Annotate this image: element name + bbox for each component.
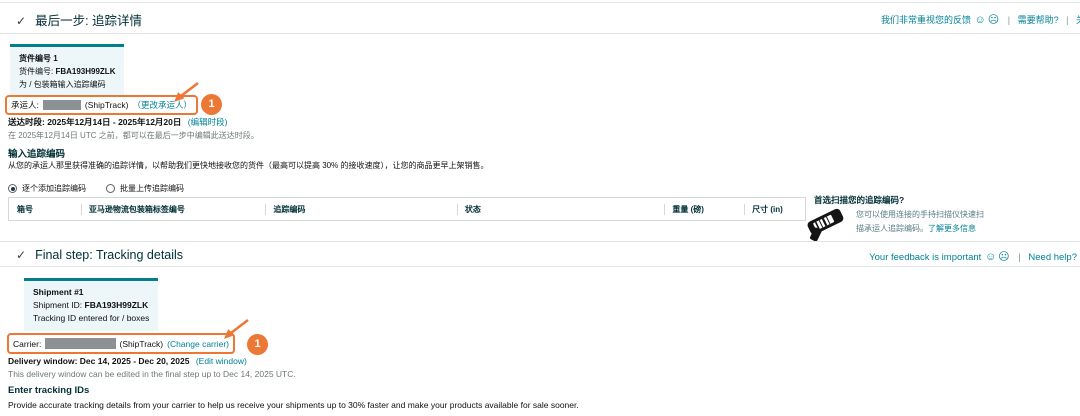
cn-enter-tracking-desc: 从您的承运人那里获得准确的追踪详情，以帮助我们更快地接收您的货件（最高可以提高 … bbox=[8, 160, 488, 171]
cn-help-link[interactable]: 需要帮助? bbox=[1018, 15, 1059, 25]
cn-shipment-name: 货件编号 1 bbox=[19, 52, 115, 65]
cn-enter-tracking-heading: 输入追踪编码 bbox=[8, 146, 65, 160]
en-feedback-label: Your feedback is important bbox=[869, 252, 981, 263]
column-divider bbox=[744, 204, 745, 215]
en-carrier-service: (ShipTrack) bbox=[120, 339, 164, 349]
redacted-carrier-name bbox=[43, 100, 81, 110]
en-carrier-row: Carrier: (ShipTrack) (Change carrier) bbox=[7, 333, 235, 354]
en-delivery-note: This delivery window can be edited in th… bbox=[8, 369, 296, 380]
cn-radio-group: 逐个添加追踪编码 批量上传追踪编码 bbox=[8, 183, 184, 194]
cn-carrier-service: (ShipTrack) bbox=[85, 100, 129, 110]
cn-feedback-label: 我们非常重视您的反馈 bbox=[881, 15, 971, 25]
redacted-carrier-name bbox=[45, 338, 115, 349]
cn-shipment-id-line: 货件编号: FBA193H99ZLK bbox=[19, 65, 115, 78]
annotation-arrow-icon bbox=[215, 317, 251, 341]
smile-icon[interactable]: ☺ bbox=[975, 14, 986, 26]
en-annotation-badge-1: 1 bbox=[247, 334, 268, 355]
cn-carrier-label: 承运人: bbox=[11, 99, 39, 111]
column-divider bbox=[457, 204, 458, 215]
cn-close-link[interactable]: 关闭 bbox=[1076, 15, 1080, 25]
radio-add-individually[interactable] bbox=[8, 184, 17, 193]
en-edit-window-link[interactable]: (Edit window) bbox=[196, 356, 247, 366]
en-header-divider bbox=[0, 266, 1080, 267]
divider: | bbox=[1066, 15, 1068, 25]
en-enter-tracking-desc: Provide accurate tracking details from y… bbox=[8, 400, 579, 411]
en-delivery-window: Delivery window: Dec 14, 2025 - Dec 20, … bbox=[8, 356, 189, 366]
frown-icon[interactable]: ☹ bbox=[988, 14, 999, 26]
en-panel-header: ✓ Final step: Tracking details bbox=[16, 248, 183, 262]
en-shipment-id-line: Shipment ID: FBA193H99ZLK bbox=[33, 299, 149, 312]
scan-promo-line1: 您可以使用连接的手持扫描仪快速扫 bbox=[856, 209, 984, 221]
column-divider bbox=[265, 204, 266, 215]
barcode-scanner-icon bbox=[803, 207, 851, 241]
cn-edit-window-link[interactable]: (编辑时段) bbox=[188, 117, 228, 127]
cn-tracking-table-header: 箱号 亚马逊物流包装箱标签编号 追踪编码 状态 重量 (磅) 尺寸 (in) bbox=[8, 197, 806, 221]
scan-promo-title: 首选扫描您的追踪编码? bbox=[814, 194, 904, 206]
scan-promo-line2: 描承运人追踪编码。了解更多信息 bbox=[856, 223, 976, 235]
smile-icon[interactable]: ☺ bbox=[985, 251, 996, 263]
en-panel-top-border bbox=[0, 241, 1080, 242]
learn-more-link[interactable]: 了解更多信息 bbox=[928, 224, 976, 233]
cn-header-divider bbox=[0, 33, 1080, 34]
radio-bulk-upload-label: 批量上传追踪编码 bbox=[120, 183, 184, 194]
shipment-id: FBA193H99ZLK bbox=[85, 300, 149, 310]
frown-icon[interactable]: ☹ bbox=[998, 251, 1009, 263]
cn-header-links: 我们非常重视您的反馈 ☺☹ | 需要帮助? | 关闭 bbox=[881, 13, 1080, 26]
column-divider bbox=[81, 204, 82, 215]
en-shipment-card: Shipment #1 Shipment ID: FBA193H99ZLK Tr… bbox=[24, 278, 158, 331]
en-tracking-entered-line: Tracking ID entered for / boxes bbox=[33, 312, 149, 325]
cn-panel-title: 最后一步: 追踪详情 bbox=[35, 14, 142, 28]
check-icon: ✓ bbox=[16, 14, 26, 28]
en-help-link[interactable]: Need help? bbox=[1028, 252, 1077, 263]
cn-panel-header: ✓ 最后一步: 追踪详情 bbox=[16, 10, 142, 29]
cn-shipment-card: 货件编号 1 货件编号: FBA193H99ZLK 为 / 包装箱输入追踪编码 bbox=[10, 44, 124, 97]
check-icon: ✓ bbox=[16, 248, 26, 262]
col-box-number: 箱号 bbox=[9, 198, 73, 220]
cn-delivery-note: 在 2025年12月14日 UTC 之前，都可以在最后一步中编辑此送达时段。 bbox=[8, 130, 259, 141]
col-fba-box-label: 亚马逊物流包装箱标签编号 bbox=[73, 198, 258, 220]
col-status: 状态 bbox=[449, 198, 656, 220]
radio-add-individually-label: 逐个添加追踪编码 bbox=[22, 183, 86, 194]
cn-annotation-badge-1: 1 bbox=[201, 94, 222, 115]
cn-tracking-entered-line: 为 / 包装箱输入追踪编码 bbox=[19, 78, 115, 91]
en-panel-title: Final step: Tracking details bbox=[35, 248, 183, 262]
annotation-arrow-icon bbox=[165, 80, 201, 104]
en-header-links: Your feedback is important ☺☹ | Need hel… bbox=[869, 250, 1077, 263]
en-enter-tracking-heading: Enter tracking IDs bbox=[8, 385, 89, 396]
radio-bulk-upload[interactable] bbox=[106, 184, 115, 193]
en-carrier-label: Carrier: bbox=[13, 339, 41, 349]
seller-central-tracking-page: ✓最后一步: 追踪详情 我们非常重视您的反馈 ☺☹ | 需要帮助? | 关闭 货… bbox=[0, 0, 1080, 416]
col-weight: 重量 (磅) bbox=[656, 198, 736, 220]
en-shipment-name: Shipment #1 bbox=[33, 286, 149, 299]
column-divider bbox=[664, 204, 665, 215]
divider: | bbox=[1018, 252, 1020, 263]
col-dimensions: 尺寸 (in) bbox=[736, 198, 805, 220]
cn-delivery-window-row: 送达时段: 2025年12月14日 - 2025年12月20日 (编辑时段) bbox=[8, 117, 227, 128]
en-delivery-window-row: Delivery window: Dec 14, 2025 - Dec 20, … bbox=[8, 356, 247, 367]
cn-delivery-window: 送达时段: 2025年12月14日 - 2025年12月20日 bbox=[8, 117, 181, 127]
divider: | bbox=[1008, 15, 1010, 25]
panel-top-border bbox=[0, 2, 1080, 3]
shipment-id: FBA193H99ZLK bbox=[55, 67, 115, 76]
col-tracking-id: 追踪编码 bbox=[257, 198, 449, 220]
